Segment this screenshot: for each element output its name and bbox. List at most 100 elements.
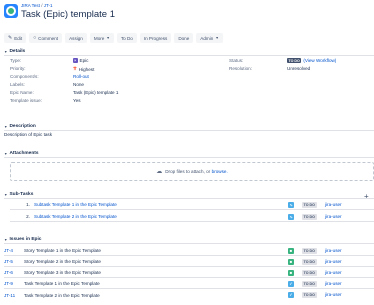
subtasks-toggle[interactable]: ▼ Sub-Tasks [4, 192, 33, 197]
breadcrumb-issue-link[interactable]: JT-1 [44, 3, 53, 8]
expand-icon: ▼ [4, 151, 8, 156]
issue-summary[interactable]: Story Template 2 in the Epic Template [24, 259, 101, 264]
row-number: 2. [26, 214, 30, 219]
comment-button[interactable]: ○ Comment [29, 33, 63, 43]
assignee-link[interactable]: jira-user [325, 202, 342, 207]
drop-text: Drop files to attach, or [165, 169, 211, 174]
issue-summary[interactable]: Task Template 1 in the Epic Template [24, 281, 100, 286]
epic-issue-row[interactable]: JT-5 Story Template 2 in the Epic Templa… [4, 257, 374, 267]
more-label: More [93, 35, 105, 41]
resolution-value: Unresolved [287, 66, 311, 71]
expand-icon: ▼ [4, 49, 8, 54]
view-workflow-link[interactable]: (View Workflow) [303, 58, 336, 63]
labels-label: Labels: [10, 82, 25, 87]
row-number: 1. [26, 202, 30, 207]
edit-button[interactable]: ✎ Edit [4, 33, 27, 43]
attachments-toggle[interactable]: ▼ Attachments [4, 151, 39, 156]
assignee-link[interactable]: jira-user [325, 292, 342, 297]
breadcrumb: JIRA Test / JT-1 [21, 3, 53, 8]
issue-key-link[interactable]: JT-5 [4, 259, 24, 264]
status-lozenge: TO DO [302, 259, 317, 265]
epic-issue-row[interactable]: JT-4 Story Template 1 in the Epic Templa… [4, 246, 374, 256]
expand-icon: ▼ [4, 124, 8, 129]
pencil-icon: ✎ [8, 35, 13, 41]
assign-button[interactable]: Assign [65, 33, 87, 43]
comment-icon: ○ [33, 35, 37, 41]
status-lozenge: TO DO [302, 292, 317, 298]
status-value: TO DO (View Workflow) [287, 58, 336, 63]
epic-issue-row[interactable]: JT-6 Story Template 3 in the Epic Templa… [4, 268, 374, 278]
subtask-summary-link[interactable]: Subtask Template 2 in the Epic Template [34, 214, 117, 219]
issue-summary[interactable]: Story Template 1 in the Epic Template [24, 248, 101, 253]
status-lozenge: TO DO [302, 270, 317, 276]
assignee-link[interactable]: jira-user [325, 248, 342, 253]
edit-label: Edit [14, 35, 23, 41]
admin-button[interactable]: Admin ▼ [196, 33, 223, 43]
project-avatar[interactable] [4, 4, 18, 18]
description-text[interactable]: Description of Epic task [4, 132, 52, 137]
type-value: Epic [73, 58, 88, 63]
comment-label: Comment [38, 35, 59, 41]
issues-in-epic-heading: Issues in Epic [9, 237, 42, 242]
breadcrumb-separator: / [41, 3, 43, 8]
assignee-link[interactable]: jira-user [325, 281, 342, 286]
issue-key-link[interactable]: JT-11 [4, 293, 24, 298]
done-button[interactable]: Done [174, 33, 194, 43]
labels-value: None [73, 82, 84, 87]
epic-issue-row[interactable]: JT-11 Task Template 2 in the Epic Templa… [4, 290, 374, 300]
issue-toolbar: ✎ Edit ○ Comment Assign More ▼ To Do In Pro… [4, 33, 223, 43]
issue-key-link[interactable]: JT-9 [4, 281, 24, 286]
task-checkbox-icon: ✓ [288, 280, 294, 287]
chevron-down-icon: ▼ [215, 36, 219, 40]
priority-label: Priority: [10, 66, 26, 71]
attachment-dropzone[interactable]: ☁ Drop files to attach, or browse. [10, 162, 374, 181]
assignee-link[interactable]: jira-user [325, 259, 342, 264]
issue-summary[interactable]: Story Template 3 in the Epic Template [24, 270, 101, 275]
page-title: Task (Epic) template 1 [21, 9, 115, 20]
to-do-label: To Do [120, 35, 133, 41]
in-progress-button[interactable]: In Progress [139, 33, 172, 43]
story-icon: ■ [288, 269, 294, 276]
subtasks-heading: Sub-Tasks [9, 192, 34, 197]
description-toggle[interactable]: ▼ Description [4, 124, 36, 129]
description-heading: Description [9, 124, 36, 129]
assignee-link[interactable]: jira-user [325, 270, 342, 275]
details-heading: Details [9, 49, 26, 54]
issues-in-epic-divider [4, 243, 374, 244]
expand-icon: ▼ [4, 237, 8, 242]
details-toggle[interactable]: ▼ Details [4, 49, 25, 54]
subtask-summary-link[interactable]: Subtask Template 1 in the Epic Template [34, 202, 117, 207]
expand-icon: ▼ [4, 192, 8, 197]
issues-in-epic-toggle[interactable]: ▼ Issues in Epic [4, 237, 41, 242]
to-do-button[interactable]: To Do [116, 33, 137, 43]
story-icon: ■ [288, 247, 294, 254]
template-issue-value: Yes [73, 98, 81, 103]
subtask-row[interactable]: 2. Subtask Template 2 in the Epic Templa… [10, 212, 374, 222]
subtask-row[interactable]: 1. Subtask Template 1 in the Epic Templa… [10, 200, 374, 210]
breadcrumb-project-link[interactable]: JIRA Test [21, 3, 40, 8]
subtask-icon: ⤷ [288, 201, 294, 208]
subtasks-divider [4, 198, 374, 199]
epic-icon [73, 58, 78, 63]
issue-key-link[interactable]: JT-6 [4, 270, 24, 275]
issue-key-link[interactable]: JT-4 [4, 248, 24, 253]
priority-value: ⇈ Highest [73, 66, 94, 72]
status-lozenge: TO DO [302, 248, 317, 254]
components-value[interactable]: Roll-out [73, 74, 89, 79]
more-button[interactable]: More ▼ [89, 33, 114, 43]
epic-name-label: Epic Name: [10, 90, 34, 95]
status-lozenge: TO DO [287, 58, 302, 63]
assignee-link[interactable]: jira-user [325, 214, 342, 219]
task-checkbox-icon: ✓ [288, 291, 294, 298]
template-issue-label: Template issue: [10, 98, 42, 103]
components-label: Component/s: [10, 74, 39, 79]
in-progress-label: In Progress [143, 35, 168, 41]
browse-link[interactable]: browse. [212, 169, 228, 174]
cloud-upload-icon: ☁ [156, 169, 163, 175]
epic-issue-row[interactable]: JT-9 Task Template 1 in the Epic Templat… [4, 279, 374, 289]
resolution-label: Resolution: [229, 66, 252, 71]
issue-summary[interactable]: Task Template 2 in the Epic Template [24, 293, 100, 298]
status-lozenge: TO DO [302, 214, 317, 220]
assign-label: Assign [69, 35, 83, 41]
status-lozenge: TO DO [302, 202, 317, 208]
